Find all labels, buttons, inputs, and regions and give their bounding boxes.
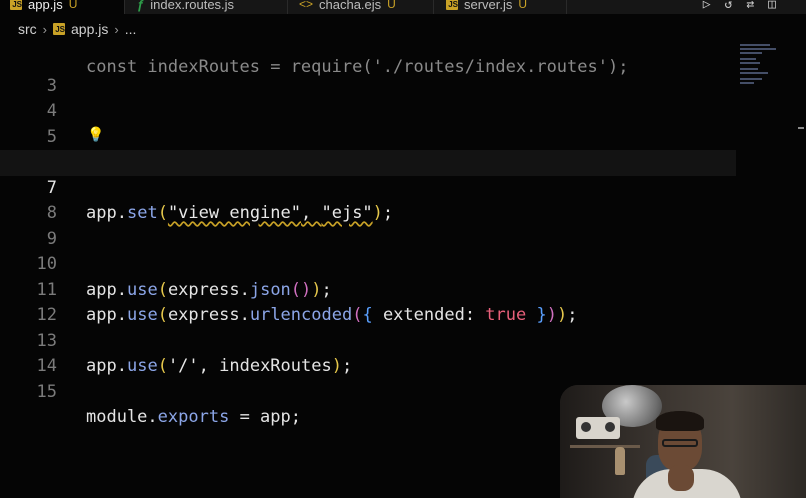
code-line: 5 const app = express(); bbox=[0, 99, 740, 173]
code-line: 9 bbox=[0, 201, 740, 249]
js-file-icon: JS bbox=[10, 0, 22, 10]
tab-label: index.routes.js bbox=[150, 0, 235, 12]
tab-label: app.js bbox=[28, 0, 63, 12]
tab-app-js[interactable]: JS app.js U bbox=[0, 0, 125, 14]
history-icon[interactable]: ↺ bbox=[725, 0, 733, 12]
code-line: 11 app.use(express.urlencoded({ extended… bbox=[0, 252, 740, 326]
radio-decor bbox=[576, 417, 620, 439]
tab-label: chacha.ejs bbox=[319, 0, 382, 12]
run-icon[interactable]: ▷ bbox=[703, 0, 711, 12]
code-line: 12 bbox=[0, 278, 740, 325]
code-line: 3 bbox=[0, 48, 740, 96]
code-line-current: 7 app.set("view engine", "ejs"); bbox=[0, 150, 736, 223]
breadcrumb: src › JS app.js › ... bbox=[0, 14, 806, 44]
chevron-right-icon: › bbox=[42, 21, 48, 37]
lightbulb-icon[interactable]: 💡 bbox=[87, 127, 104, 143]
code-line: 13 app.use('/', indexRoutes); bbox=[0, 303, 740, 377]
presenter-glasses bbox=[662, 439, 698, 447]
presenter-hair-top bbox=[656, 411, 704, 431]
scrollbar-marker bbox=[798, 127, 804, 129]
tab-chacha-ejs[interactable]: <> chacha.ejs U bbox=[289, 0, 434, 14]
vase bbox=[615, 447, 625, 475]
breadcrumb-folder[interactable]: src bbox=[18, 21, 37, 37]
tab-status: U bbox=[518, 0, 528, 11]
js-file-icon: JS bbox=[53, 23, 66, 35]
code-line: 15 module.exports = app; bbox=[0, 354, 740, 428]
code-line: 14 bbox=[0, 329, 740, 376]
tab-label: server.js bbox=[464, 0, 513, 12]
tab-status: U bbox=[387, 0, 396, 11]
line-number: 15 bbox=[36, 381, 57, 402]
tab-server-js[interactable]: JS server.js U bbox=[436, 0, 567, 14]
chevron-right-icon: › bbox=[114, 21, 119, 37]
compare-icon[interactable]: ⇄ bbox=[746, 0, 754, 12]
routes-file-icon: ƒ bbox=[137, 0, 145, 12]
tab-index-routes-js[interactable]: ƒ index.routes.js bbox=[127, 0, 288, 14]
code-line: 8 bbox=[0, 176, 740, 223]
editor-tab-bar: JS app.js U ƒ index.routes.js <> chacha.… bbox=[0, 0, 806, 14]
code-line: 10 app.use(express.json()); bbox=[0, 227, 740, 300]
minimap[interactable] bbox=[740, 44, 796, 104]
tab-status: U bbox=[68, 0, 78, 11]
split-editor-icon[interactable]: ◫ bbox=[768, 0, 776, 12]
webcam-overlay bbox=[560, 385, 806, 498]
code-line: 4 bbox=[0, 74, 740, 121]
shelf bbox=[570, 445, 640, 448]
presenter-hand bbox=[668, 465, 694, 491]
breadcrumb-more[interactable]: ... bbox=[125, 21, 137, 37]
ejs-file-icon: <> bbox=[299, 0, 314, 11]
code-line: 6 bbox=[0, 125, 740, 172]
breadcrumb-file[interactable]: app.js bbox=[71, 21, 108, 37]
code-text: module.exports = app; bbox=[86, 407, 301, 427]
editor-actions: ▷ ↺ ⇄ ◫ bbox=[703, 0, 806, 14]
js-file-icon: JS bbox=[446, 0, 458, 10]
